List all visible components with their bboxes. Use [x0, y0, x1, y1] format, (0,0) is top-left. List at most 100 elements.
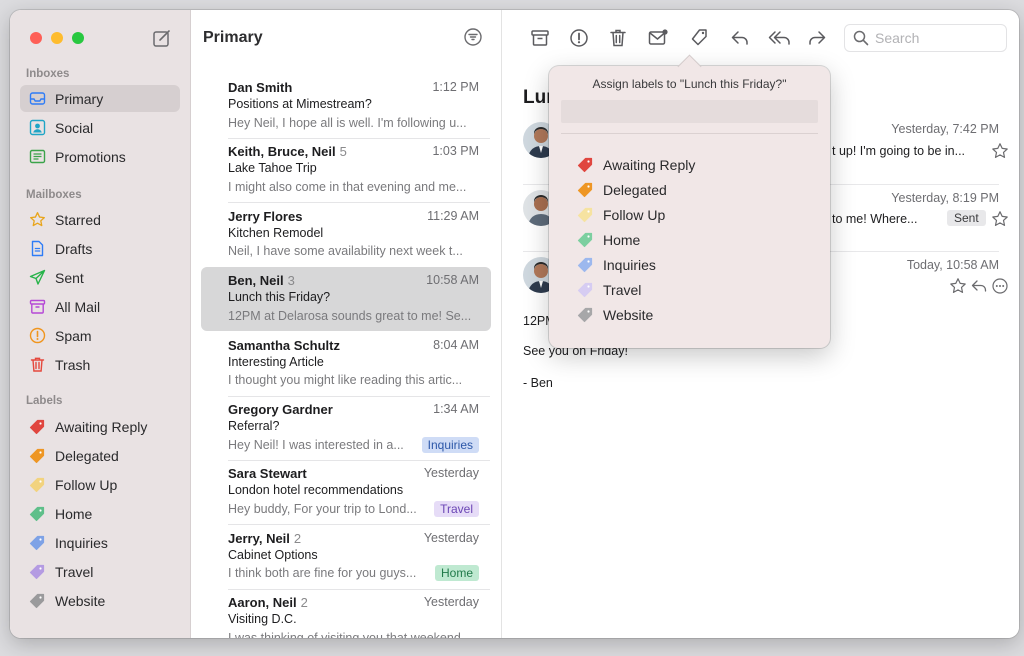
thread-snippet: to me! Where... [832, 212, 918, 226]
popover-label-website[interactable]: Website [577, 305, 653, 325]
sidebar-item-label: Promotions [55, 148, 126, 165]
thread-time: Today, 10:58 AM [906, 258, 999, 272]
reply-icon[interactable] [970, 277, 988, 295]
inboxes-section-label: Inboxes [26, 68, 70, 80]
label-tag-icon [577, 206, 595, 224]
list-item[interactable]: Jerry Flores 11:29 AM Kitchen Remodel Neil,… [201, 203, 491, 267]
popover-label-text: Follow Up [603, 207, 666, 223]
mark-unread-icon[interactable] [647, 27, 669, 49]
popover-label-text: Travel [603, 282, 642, 298]
message-subject: Interesting Article [228, 354, 324, 369]
sidebar-item-spam[interactable]: Spam [20, 322, 180, 349]
window-controls [30, 32, 84, 44]
list-item[interactable]: Aaron, Neil 2 Yesterday Visiting D.C. I was … [201, 589, 491, 638]
sidebar-item-inquiries[interactable]: Inquiries [20, 529, 180, 556]
star-icon[interactable] [991, 142, 1009, 160]
list-item[interactable]: Ben, Neil 3 10:58 AM Lunch this Friday? 12PM… [201, 267, 491, 332]
search-input[interactable] [875, 30, 995, 46]
sidebar-item-all-mail[interactable]: All Mail [20, 293, 180, 320]
zoom-window-button[interactable] [72, 32, 84, 44]
sidebar-item-label: Awaiting Reply [55, 418, 148, 435]
person-icon [28, 119, 46, 137]
message-list: Primary Dan Smith 1:12 PM Positions at Mim… [191, 10, 502, 638]
sidebar-item-home[interactable]: Home [20, 500, 180, 527]
trash-icon[interactable] [607, 27, 629, 49]
sidebar-item-delegated[interactable]: Delegated [20, 442, 180, 469]
message-time: 1:03 PM [432, 144, 479, 159]
sender-name: Jerry Flores [228, 208, 303, 224]
document-icon [28, 240, 46, 258]
list-item[interactable]: Sara Stewart Yesterday London hotel recomm… [201, 460, 491, 524]
sidebar-item-label: Follow Up [55, 476, 118, 493]
popover-label-home[interactable]: Home [577, 230, 640, 250]
label-tag-icon [28, 534, 46, 552]
popover-label-text: Home [603, 232, 641, 248]
sidebar-item-social[interactable]: Social [20, 114, 180, 141]
more-options-icon[interactable] [991, 277, 1009, 295]
star-icon[interactable] [949, 277, 967, 295]
message-subject: Positions at Mimestream? [228, 97, 372, 111]
popover-label-awaiting-reply[interactable]: Awaiting Reply [577, 155, 695, 175]
forward-icon[interactable] [806, 27, 828, 49]
sidebar-item-primary[interactable]: Primary [20, 85, 180, 112]
sidebar-item-travel[interactable]: Travel [20, 558, 180, 585]
popover-label-text: Delegated [603, 182, 667, 198]
sender-name: Jerry, Neil 2 [228, 530, 302, 546]
tag-icon [28, 148, 46, 166]
reply-icon[interactable] [729, 27, 751, 49]
sidebar-item-promotions[interactable]: Promotions [20, 143, 180, 170]
paper-plane-icon [28, 269, 46, 287]
search-icon [853, 30, 869, 46]
compose-icon[interactable] [152, 28, 172, 48]
close-window-button[interactable] [30, 32, 42, 44]
sidebar-item-drafts[interactable]: Drafts [20, 235, 180, 262]
inbox-icon [28, 90, 46, 108]
message-subject: Referral? [228, 419, 280, 433]
sidebar-item-starred[interactable]: Starred [20, 206, 180, 233]
sender-name: Gregory Gardner [228, 402, 333, 417]
thread-count: 2 [300, 595, 308, 611]
message-preview: I think both are fine for you guys... [228, 566, 417, 581]
label-tag-icon [577, 181, 595, 199]
message-preview: Hey Neil, I hope all is well. I'm follow… [228, 115, 467, 130]
sidebar-item-sent[interactable]: Sent [20, 264, 180, 291]
message-time: 8:04 AM [433, 337, 479, 352]
minimize-window-button[interactable] [51, 32, 63, 44]
label-badge: Inquiries [421, 436, 479, 453]
message-subject: London hotel recommendations [228, 483, 404, 498]
list-item[interactable]: Gregory Gardner 1:34 AM Referral? Hey Neil!… [201, 396, 491, 460]
popover-label-delegated[interactable]: Delegated [577, 180, 667, 200]
archive-icon[interactable] [529, 27, 551, 49]
list-item[interactable]: Dan Smith 1:12 PM Positions at Mimestream?… [201, 74, 491, 138]
filter-icon[interactable] [463, 27, 483, 47]
sidebar-item-awaiting-reply[interactable]: Awaiting Reply [20, 413, 180, 440]
assign-labels-popover: Assign labels to "Lunch this Friday?" Aw… [549, 66, 830, 348]
popover-divider [561, 133, 818, 134]
message-subject: Cabinet Options [228, 547, 318, 562]
label-tag-icon [28, 505, 46, 523]
sidebar-item-label: All Mail [55, 298, 101, 315]
sidebar-item-website[interactable]: Website [20, 587, 180, 614]
sidebar-item-label: Inquiries [55, 534, 108, 551]
label-filter-input[interactable] [561, 100, 818, 123]
sender-name: Keith, Bruce, Neil 5 [228, 144, 347, 160]
list-item[interactable]: Samantha Schultz 8:04 AM Interesting Artic… [201, 332, 491, 396]
message-preview: 12PM at Delarosa sounds great to me! Se.… [228, 308, 472, 323]
message-time: 11:29 AM [427, 208, 479, 223]
report-spam-icon[interactable] [568, 27, 590, 49]
search-field[interactable] [844, 24, 1007, 52]
message-time: Yesterday [423, 466, 479, 481]
label-badge: Home [434, 565, 479, 582]
popover-label-travel[interactable]: Travel [577, 280, 641, 300]
popover-label-follow-up[interactable]: Follow Up [577, 205, 665, 225]
list-item[interactable]: Jerry, Neil 2 Yesterday Cabinet Options I th… [201, 525, 491, 589]
label-tag-icon[interactable] [688, 27, 710, 49]
reply-all-icon[interactable] [767, 27, 793, 49]
sidebar-item-trash[interactable]: Trash [20, 351, 180, 378]
list-item[interactable]: Keith, Bruce, Neil 5 1:03 PM Lake Tahoe Tri… [201, 138, 491, 202]
star-icon[interactable] [991, 210, 1009, 228]
popover-label-inquiries[interactable]: Inquiries [577, 255, 656, 275]
sidebar-item-follow-up[interactable]: Follow Up [20, 471, 180, 498]
message-signature: - Ben [523, 376, 553, 390]
exclamation-circle-icon [28, 327, 46, 345]
